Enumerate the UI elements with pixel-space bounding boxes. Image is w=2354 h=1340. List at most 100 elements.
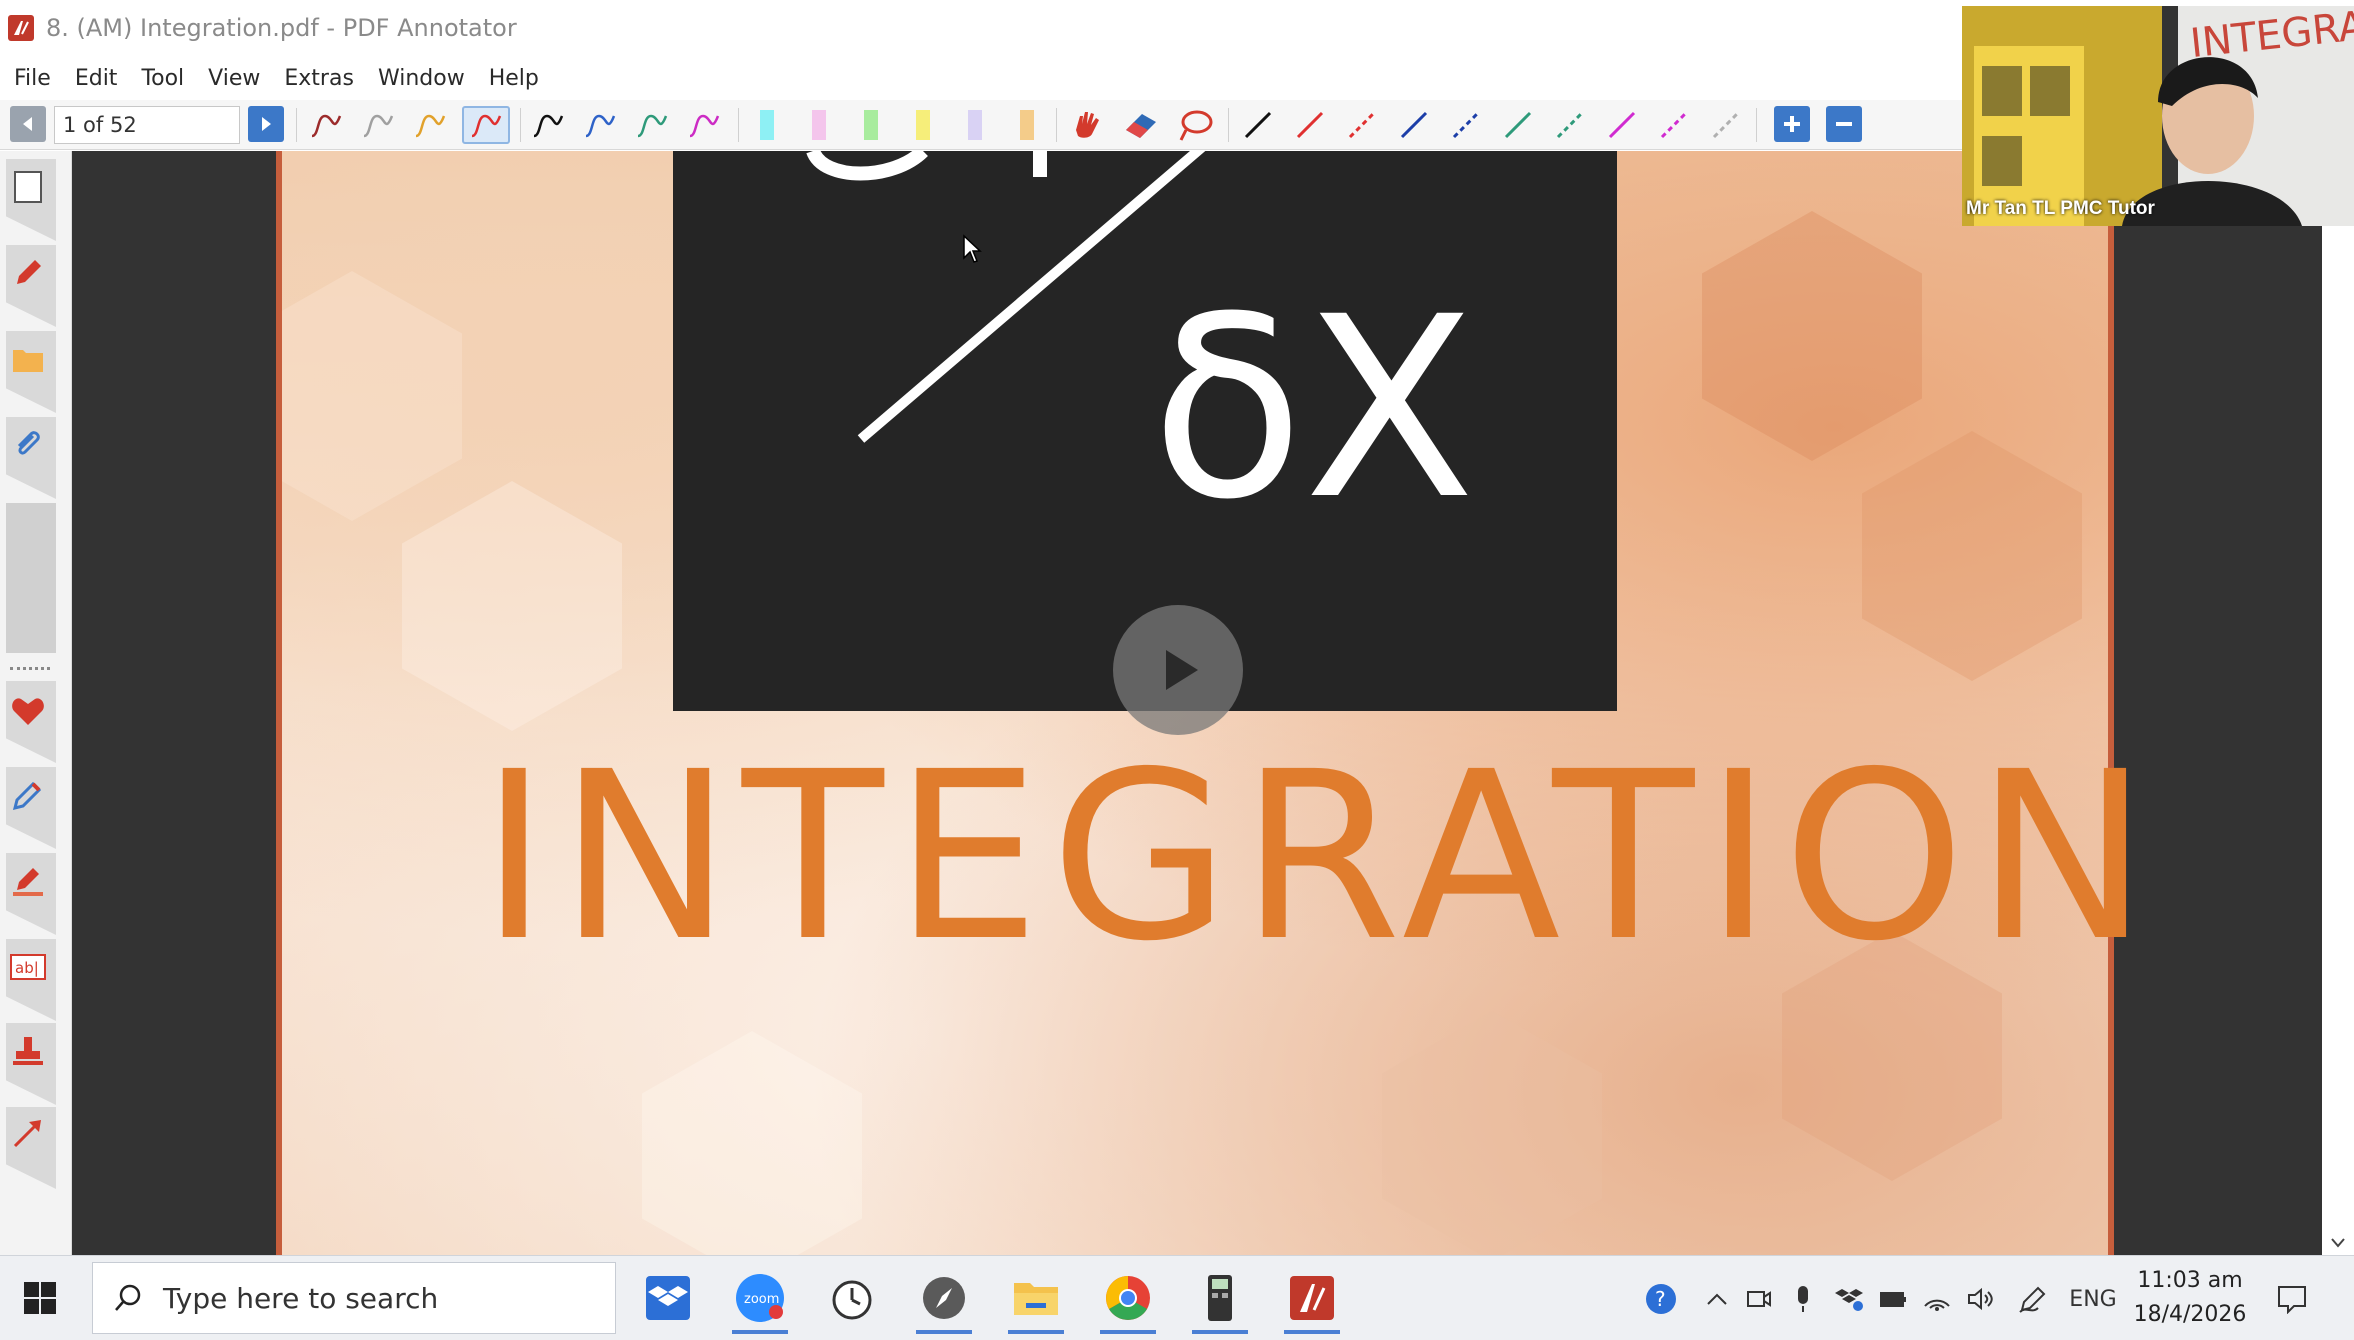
dashed-line-blue-button[interactable] — [1446, 106, 1486, 144]
windows-taskbar: Type here to search zoom ? ENG 11:03 am … — [0, 1255, 2354, 1340]
pen-stroke-icon — [585, 114, 616, 138]
line-red-button[interactable] — [1290, 106, 1330, 144]
dropbox-tray-button[interactable] — [1832, 1280, 1866, 1318]
highlighter-green-button[interactable] — [858, 106, 884, 144]
taskbar-clock-app[interactable] — [820, 1266, 884, 1330]
help-tray-button[interactable]: ? — [1642, 1280, 1680, 1318]
menu-edit[interactable]: Edit — [75, 66, 118, 91]
wifi-icon — [1924, 1299, 1950, 1311]
marker-tool[interactable] — [8, 775, 48, 815]
notifications-button[interactable] — [2272, 1280, 2312, 1318]
taskbar-search-box[interactable]: Type here to search — [92, 1262, 616, 1334]
start-button[interactable] — [20, 1278, 60, 1318]
show-hidden-icons-button[interactable] — [1702, 1280, 1732, 1318]
line-green-button[interactable] — [1498, 106, 1538, 144]
highlighter-pen-icon — [13, 868, 43, 896]
wifi-tray-button[interactable] — [1920, 1280, 1954, 1318]
taskbar-pdf-annotator[interactable] — [1280, 1266, 1344, 1334]
arrow-tool[interactable] — [8, 1113, 48, 1153]
pen-tool[interactable] — [8, 253, 48, 293]
highlighter-pink-button[interactable] — [806, 106, 832, 144]
svg-text:zoom: zoom — [744, 1292, 779, 1307]
stamp-tool[interactable] — [8, 1031, 48, 1071]
highlighter-yellow-button[interactable] — [910, 106, 936, 144]
document-heading: INTEGRATION — [480, 722, 2159, 992]
menu-view[interactable]: View — [208, 66, 260, 91]
pen-magenta-button[interactable] — [684, 106, 724, 144]
taskbar-safari-app[interactable] — [912, 1266, 976, 1334]
line-icon — [1504, 111, 1532, 139]
zoom-in-button[interactable] — [1774, 106, 1810, 142]
battery-tray-button[interactable] — [1876, 1280, 1910, 1318]
active-app-indicator — [916, 1330, 972, 1334]
compass-icon — [923, 1277, 965, 1319]
taskbar-zoom[interactable]: zoom — [728, 1266, 792, 1334]
dashed-line-icon — [1348, 111, 1376, 139]
highlighter-tool[interactable] — [8, 861, 48, 901]
toolbar-separator — [520, 108, 521, 142]
line-black-button[interactable] — [1238, 106, 1278, 144]
highlighter-cyan-button[interactable] — [754, 106, 780, 144]
pen-stroke-icon — [311, 114, 342, 138]
dashed-line-gray-button[interactable] — [1706, 106, 1746, 144]
marker-pen-icon — [12, 781, 42, 811]
video-play-button[interactable] — [1113, 605, 1243, 735]
pen-gray-button[interactable] — [358, 106, 398, 144]
favorites-tool[interactable] — [8, 691, 48, 731]
taskbar-dropbox[interactable] — [636, 1266, 700, 1330]
pen-workspace-tray-button[interactable] — [2016, 1280, 2050, 1318]
chevron-down-icon[interactable] — [2330, 1237, 2346, 1249]
volume-tray-button[interactable] — [1964, 1280, 1998, 1318]
meet-now-tray-button[interactable] — [1744, 1280, 1774, 1318]
highlighter-lavender-button[interactable] — [962, 106, 988, 144]
taskbar-clock[interactable]: 11:03 am 18/4/2026 — [2120, 1264, 2260, 1332]
menu-tool[interactable]: Tool — [141, 66, 184, 91]
arrow-right-icon — [262, 117, 271, 131]
microphone-tray-button[interactable] — [1788, 1280, 1818, 1318]
pen-orange-button[interactable] — [410, 106, 450, 144]
page-number-field[interactable]: 1 of 52 — [54, 106, 240, 144]
menu-extras[interactable]: Extras — [284, 66, 354, 91]
menu-help[interactable]: Help — [489, 66, 539, 91]
eraser-tool-button[interactable] — [1118, 106, 1164, 144]
pen-black-button[interactable] — [528, 106, 568, 144]
search-icon — [115, 1284, 141, 1311]
pen-stroke-icon — [533, 114, 564, 138]
dashed-line-green-button[interactable] — [1550, 106, 1590, 144]
line-magenta-button[interactable] — [1602, 106, 1642, 144]
toolbar-separator — [738, 108, 739, 142]
zoom-out-button[interactable] — [1826, 106, 1862, 142]
line-icon — [1244, 111, 1272, 139]
taskbar-file-explorer[interactable] — [1004, 1266, 1068, 1334]
active-app-indicator — [732, 1330, 788, 1334]
hand-tool-button[interactable] — [1066, 106, 1112, 144]
battery-icon — [1880, 1292, 1906, 1307]
pen-red-button-selected[interactable] — [462, 106, 510, 144]
previous-page-button[interactable] — [10, 106, 46, 142]
menu-window[interactable]: Window — [378, 66, 465, 91]
highlighter-orange-button[interactable] — [1014, 106, 1040, 144]
text-tool[interactable]: ab| — [8, 947, 48, 987]
note-tool[interactable] — [8, 339, 48, 379]
pen-blue-button[interactable] — [580, 106, 620, 144]
attachment-tool[interactable] — [8, 425, 48, 465]
lasso-tool-button[interactable] — [1172, 106, 1218, 144]
taskbar-calculator[interactable] — [1188, 1266, 1252, 1334]
plus-icon — [1784, 116, 1800, 132]
webcam-participant-name: Mr Tan TL PMC Tutor — [1966, 198, 2155, 219]
input-language-indicator[interactable]: ENG — [2066, 1280, 2120, 1318]
pen-green-button[interactable] — [632, 106, 672, 144]
taskbar-chrome[interactable] — [1096, 1266, 1160, 1334]
pen-stroke-icon — [471, 114, 502, 138]
highlighter-icon — [916, 110, 930, 140]
pen-dark-red-button[interactable] — [306, 106, 346, 144]
dashed-line-red-button[interactable] — [1342, 106, 1382, 144]
dashed-line-magenta-button[interactable] — [1654, 106, 1694, 144]
pdf-annotator-icon — [1290, 1276, 1334, 1320]
blank-page-tool[interactable] — [8, 167, 48, 207]
vertical-scrollbar[interactable] — [2322, 151, 2354, 1255]
window-title: 8. (AM) Integration.pdf - PDF Annotator — [46, 14, 517, 42]
next-page-button[interactable] — [248, 106, 284, 142]
line-blue-button[interactable] — [1394, 106, 1434, 144]
menu-file[interactable]: File — [14, 66, 51, 91]
